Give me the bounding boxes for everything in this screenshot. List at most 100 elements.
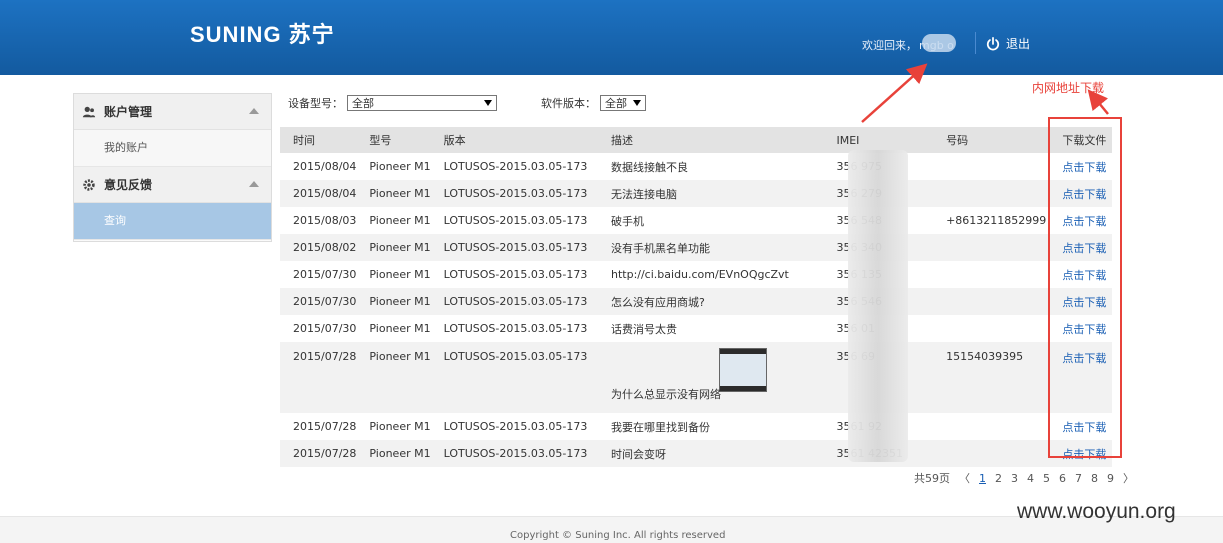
- cell-model: Pioneer M1: [369, 420, 431, 433]
- cell-phone: [933, 153, 1049, 180]
- feedback-table: 时间 型号 版本 描述 IMEI 号码 下载文件 2015/08/04 Pione…: [280, 127, 1112, 467]
- cell-version: LOTUSOS-2015.03.05-173: [443, 322, 588, 335]
- cell-phone: [933, 261, 1049, 288]
- cell-desc: 话费消号太贵: [610, 322, 677, 336]
- cell-date: 2015/08/04: [293, 187, 357, 200]
- cell-phone: [933, 234, 1049, 261]
- cell-phone: [933, 180, 1049, 207]
- cell-date: 2015/07/30: [293, 322, 357, 335]
- logout-label: 退出: [1006, 37, 1031, 51]
- suning-logo[interactable]: SUNING 苏宁: [190, 17, 335, 49]
- cell-phone: 15154039395: [946, 350, 1024, 363]
- sidebar-item-my-account[interactable]: 我的账户: [74, 130, 271, 167]
- desc-text: 为什么总显示没有网络: [610, 388, 721, 401]
- cell-desc: 为什么总显示没有网络: [598, 342, 824, 413]
- cell-date: 2015/07/30: [293, 268, 357, 281]
- cell-version: LOTUSOS-2015.03.05-173: [443, 420, 588, 433]
- table-row: 2015/08/03 Pioneer M1 LOTUSOS-2015.03.05-1…: [280, 207, 1112, 234]
- page-link[interactable]: 9: [1107, 472, 1114, 485]
- page-link[interactable]: 5: [1043, 472, 1050, 485]
- cell-version: LOTUSOS-2015.03.05-173: [443, 187, 588, 200]
- page-link[interactable]: 8: [1091, 472, 1098, 485]
- table-row: 2015/07/30 Pioneer M1 LOTUSOS-2015.03.05-1…: [280, 315, 1112, 342]
- screenshot-thumbnail[interactable]: [718, 348, 767, 392]
- pagination: 共59页 〈 123456789 〉: [914, 470, 1134, 486]
- version-label: 软件版本：: [541, 97, 596, 110]
- annotation-highlight-box: [1048, 117, 1122, 458]
- cell-date: 2015/07/30: [293, 295, 357, 308]
- annotation-label: 内网地址下载: [1032, 81, 1105, 95]
- version-select-value: 全部: [605, 97, 627, 110]
- sidebar-group-account[interactable]: 账户管理: [74, 94, 271, 130]
- cell-phone: +8613211852999: [946, 214, 1047, 227]
- welcome-prefix: 欢迎回来，: [862, 39, 917, 52]
- chevron-left-icon[interactable]: 〈: [959, 470, 970, 486]
- col-header-version: 版本: [443, 134, 466, 147]
- cell-date: 2015/08/03: [293, 214, 357, 227]
- cell-desc: 没有手机黑名单功能: [610, 241, 710, 255]
- gear-icon: [83, 178, 95, 191]
- cell-model: Pioneer M1: [369, 268, 431, 281]
- table-row: 2015/07/28 Pioneer M1 LOTUSOS-2015.03.05-1…: [280, 342, 1112, 413]
- arrow-to-username: [861, 63, 928, 123]
- sidebar: 账户管理 我的账户 意见反馈 查询: [73, 93, 272, 242]
- cell-model: Pioneer M1: [369, 322, 431, 335]
- cell-version: LOTUSOS-2015.03.05-173: [443, 295, 588, 308]
- copyright-text: Copyright © Suning Inc. All rights reser…: [510, 530, 726, 541]
- watermark: www.wooyun.org: [1017, 500, 1176, 523]
- cell-desc: 时间会变呀: [610, 447, 666, 461]
- cell-phone: [933, 413, 1049, 440]
- page-link[interactable]: 1: [979, 472, 986, 485]
- sidebar-group-label: 账户管理: [104, 105, 153, 119]
- page-link[interactable]: 4: [1027, 472, 1034, 485]
- version-select[interactable]: 全部: [600, 95, 646, 111]
- col-header-desc: 描述: [610, 134, 633, 147]
- cell-phone: [933, 440, 1049, 467]
- device-label: 设备型号：: [288, 97, 343, 110]
- sidebar-item-query[interactable]: 查询: [74, 203, 271, 240]
- col-header-phone: 号码: [946, 134, 969, 147]
- table-row: 2015/07/28 Pioneer M1 LOTUSOS-2015.03.05-1…: [280, 440, 1112, 467]
- cell-desc: http://ci.baidu.com/EVnOQgcZvt: [610, 268, 789, 281]
- cell-model: Pioneer M1: [369, 447, 431, 460]
- cell-date: 2015/08/04: [293, 160, 357, 173]
- filter-bar: 设备型号： 全部 软件版本： 全部: [288, 95, 646, 111]
- header-divider: [975, 32, 976, 54]
- page-link[interactable]: 2: [995, 472, 1002, 485]
- cell-date: 2015/08/02: [293, 241, 357, 254]
- cell-model: Pioneer M1: [369, 214, 431, 227]
- top-header: SUNING 苏宁 欢迎回来，mgb o 退出: [0, 0, 1223, 75]
- page-link[interactable]: 3: [1011, 472, 1018, 485]
- chevron-right-icon[interactable]: 〉: [1123, 470, 1134, 486]
- cell-model: Pioneer M1: [369, 295, 431, 308]
- sidebar-group-label: 意见反馈: [104, 178, 153, 192]
- col-header-model: 型号: [369, 134, 392, 147]
- pagination-total: 共59页: [914, 472, 950, 485]
- logout-button[interactable]: 退出: [986, 35, 1030, 52]
- arrow-to-download-column: [1087, 89, 1109, 115]
- dropdown-arrow-icon: [484, 100, 492, 106]
- cell-model: Pioneer M1: [369, 241, 431, 254]
- cell-desc: 我要在哪里找到备份: [610, 420, 710, 434]
- cell-phone: [933, 315, 1049, 342]
- cell-model: Pioneer M1: [369, 160, 431, 173]
- page-numbers: 123456789: [979, 472, 1114, 485]
- power-icon: [986, 36, 1000, 50]
- cell-version: LOTUSOS-2015.03.05-173: [443, 350, 588, 363]
- cell-desc: 怎么没有应用商城?: [610, 295, 705, 309]
- dropdown-arrow-icon: [633, 100, 641, 106]
- page-link[interactable]: 6: [1059, 472, 1066, 485]
- page-link[interactable]: 7: [1075, 472, 1082, 485]
- cell-date: 2015/07/28: [293, 447, 357, 460]
- imei-privacy-blur: [848, 150, 908, 462]
- cell-date: 2015/07/28: [293, 420, 357, 433]
- cell-model: Pioneer M1: [369, 350, 431, 363]
- table-row: 2015/07/30 Pioneer M1 LOTUSOS-2015.03.05-1…: [280, 261, 1112, 288]
- cell-desc: 破手机: [610, 214, 644, 228]
- cell-version: LOTUSOS-2015.03.05-173: [443, 214, 588, 227]
- device-select[interactable]: 全部: [347, 95, 497, 111]
- sidebar-group-feedback[interactable]: 意见反馈: [74, 167, 271, 203]
- chevron-up-icon: [249, 108, 259, 114]
- cell-model: Pioneer M1: [369, 187, 431, 200]
- table-row: 2015/08/04 Pioneer M1 LOTUSOS-2015.03.05-1…: [280, 153, 1112, 180]
